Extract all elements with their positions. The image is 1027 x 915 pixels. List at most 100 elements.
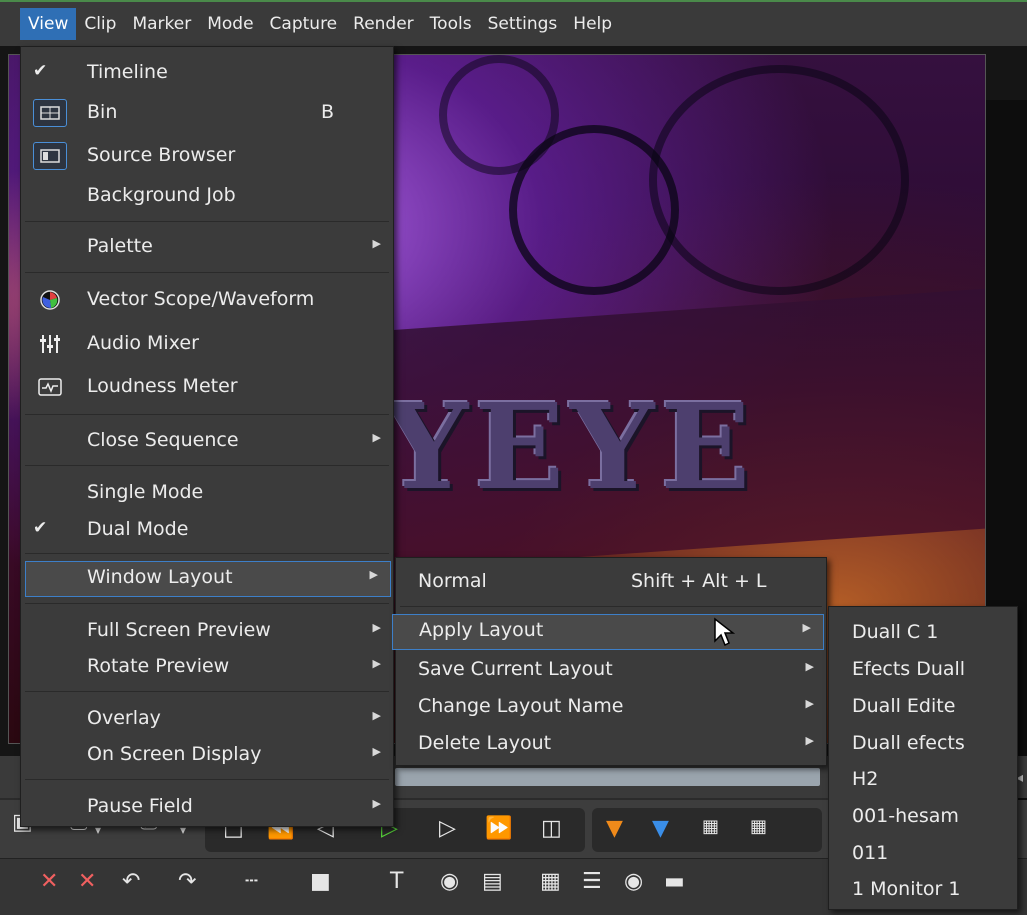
- export-icon[interactable]: ▤: [482, 871, 503, 893]
- submenu-arrow-icon: ▶: [372, 431, 381, 444]
- layout-item[interactable]: 011: [829, 838, 1017, 872]
- loop-icon[interactable]: ◫: [541, 818, 562, 840]
- menu-marker[interactable]: Marker: [124, 8, 199, 40]
- submenu-arrow-icon: ▶: [372, 237, 381, 250]
- audio-mixer-icon[interactable]: ☰: [582, 871, 602, 893]
- menu-item-loudness-meter[interactable]: Loudness Meter: [21, 371, 393, 405]
- menu-item-vector-scope[interactable]: Vector Scope/Waveform: [21, 284, 393, 318]
- preview-swirl: [439, 55, 559, 175]
- submenu-arrow-icon: ▶: [802, 621, 811, 634]
- menu-item-audio-mixer[interactable]: Audio Mixer: [21, 328, 393, 362]
- menu-item-label: Duall efects: [852, 732, 965, 754]
- clip-icon[interactable]: ■: [310, 871, 331, 893]
- menu-item-source-browser[interactable]: Source Browser: [21, 140, 393, 174]
- menu-item-label: Rotate Preview: [87, 655, 230, 677]
- submenu-arrow-icon: ▶: [372, 797, 381, 810]
- menu-separator: [25, 414, 389, 415]
- menu-tools[interactable]: Tools: [422, 8, 480, 40]
- monitor-icon[interactable]: ▬: [664, 871, 685, 893]
- submenu-arrow-icon: ▶: [372, 621, 381, 634]
- menu-render[interactable]: Render: [345, 8, 422, 40]
- menu-item-single-mode[interactable]: Single Mode: [21, 477, 393, 511]
- menu-settings[interactable]: Settings: [480, 8, 566, 40]
- menu-item-label: Apply Layout: [419, 619, 544, 641]
- menu-item-on-screen-display[interactable]: On Screen Display ▶: [21, 739, 393, 773]
- menu-item-delete-layout[interactable]: Delete Layout ▶: [396, 728, 826, 762]
- menu-item-label: Delete Layout: [418, 732, 552, 754]
- menu-item-save-current-layout[interactable]: Save Current Layout ▶: [396, 654, 826, 688]
- step-forward-icon[interactable]: ▷: [439, 818, 456, 840]
- menu-item-label: Full Screen Preview: [87, 619, 271, 641]
- menu-separator: [25, 221, 389, 222]
- bin-icon[interactable]: ▦: [540, 871, 561, 893]
- add-marker-blue-icon[interactable]: ▼: [652, 818, 669, 840]
- fast-forward-icon[interactable]: ⏩: [485, 818, 512, 840]
- menu-item-label: Single Mode: [87, 481, 204, 503]
- overwrite-icon[interactable]: ▦: [750, 818, 767, 836]
- menu-item-bin[interactable]: Bin B: [21, 97, 393, 131]
- menu-clip[interactable]: Clip: [76, 8, 124, 40]
- menu-item-close-sequence[interactable]: Close Sequence ▶: [21, 425, 393, 459]
- menu-separator: [25, 603, 389, 604]
- menu-item-label: Bin: [87, 101, 118, 123]
- menu-item-dual-mode[interactable]: ✔ Dual Mode: [21, 514, 393, 548]
- menu-item-label: Audio Mixer: [87, 332, 199, 354]
- insert-icon[interactable]: ▦: [702, 818, 719, 836]
- menu-separator: [25, 779, 389, 780]
- menu-mode[interactable]: Mode: [199, 8, 261, 40]
- undo-icon[interactable]: ↶: [122, 871, 140, 893]
- mouse-cursor-icon: [713, 617, 736, 651]
- marker-group: ▼ ▼ ▦ ▦: [592, 808, 822, 852]
- redo-icon[interactable]: ↷: [178, 871, 196, 893]
- menu-item-change-layout-name[interactable]: Change Layout Name ▶: [396, 691, 826, 725]
- submenu-arrow-icon: ▶: [372, 657, 381, 670]
- submenu-arrow-icon: ▶: [805, 697, 814, 710]
- menu-item-label: Change Layout Name: [418, 695, 624, 717]
- cut-icon[interactable]: ┄: [245, 871, 258, 893]
- menu-item-rotate-preview[interactable]: Rotate Preview ▶: [21, 651, 393, 685]
- add-marker-icon[interactable]: ▼: [606, 818, 623, 840]
- vector-scope-icon[interactable]: ◉: [624, 871, 643, 893]
- menu-view[interactable]: View: [20, 8, 77, 40]
- position-slider[interactable]: [395, 768, 820, 786]
- menu-item-background-job[interactable]: Background Job: [21, 180, 393, 214]
- layout-item[interactable]: Efects Duall: [829, 654, 1017, 688]
- menu-help[interactable]: Help: [565, 8, 620, 40]
- delete-icon[interactable]: ✕: [40, 871, 58, 893]
- menu-item-label: Duall C 1: [852, 621, 939, 643]
- menu-item-palette[interactable]: Palette ▶: [21, 231, 393, 265]
- menu-item-apply-layout[interactable]: Apply Layout ▶: [392, 614, 824, 650]
- layout-item[interactable]: 001-hesam: [829, 801, 1017, 835]
- menu-item-label: 011: [852, 842, 889, 864]
- menu-item-label: Window Layout: [87, 566, 233, 588]
- window-layout-submenu: Normal Shift + Alt + L Apply Layout ▶ Sa…: [392, 557, 827, 766]
- menu-item-label: Close Sequence: [87, 429, 239, 451]
- layout-item[interactable]: Duall C 1: [829, 617, 1017, 651]
- microphone-icon[interactable]: ◉: [440, 871, 459, 893]
- submenu-arrow-icon: ▶: [372, 745, 381, 758]
- menu-item-label: 001-hesam: [852, 805, 959, 827]
- menu-item-window-layout[interactable]: Window Layout ▶: [25, 561, 391, 597]
- menu-item-label: Dual Mode: [87, 518, 189, 540]
- view-menu: ✔ Timeline Bin B Source Browser Backgrou…: [20, 46, 394, 827]
- menu-item-label: Background Job: [87, 184, 236, 206]
- menu-separator: [400, 606, 822, 607]
- menu-item-full-screen-preview[interactable]: Full Screen Preview ▶: [21, 615, 393, 649]
- menu-separator: [25, 272, 389, 273]
- menu-item-pause-field[interactable]: Pause Field ▶: [21, 791, 393, 825]
- menu-item-timeline[interactable]: ✔ Timeline: [21, 57, 393, 91]
- menu-item-overlay[interactable]: Overlay ▶: [21, 703, 393, 737]
- menu-item-label: Overlay: [87, 707, 161, 729]
- title-icon[interactable]: T: [390, 871, 403, 893]
- menu-capture[interactable]: Capture: [262, 8, 346, 40]
- menu-item-normal[interactable]: Normal Shift + Alt + L: [396, 566, 826, 600]
- layout-item[interactable]: Duall Edite: [829, 691, 1017, 725]
- ripple-delete-icon[interactable]: ✕: [78, 871, 96, 893]
- menu-item-label: Normal: [418, 570, 487, 592]
- submenu-arrow-icon: ▶: [369, 568, 378, 581]
- apply-layout-submenu: Duall C 1 Efects Duall Duall Edite Duall…: [828, 606, 1018, 910]
- shortcut-label: B: [321, 101, 335, 123]
- layout-item[interactable]: 1 Monitor 1: [829, 874, 1017, 908]
- layout-item[interactable]: H2: [829, 764, 1017, 798]
- layout-item[interactable]: Duall efects: [829, 728, 1017, 762]
